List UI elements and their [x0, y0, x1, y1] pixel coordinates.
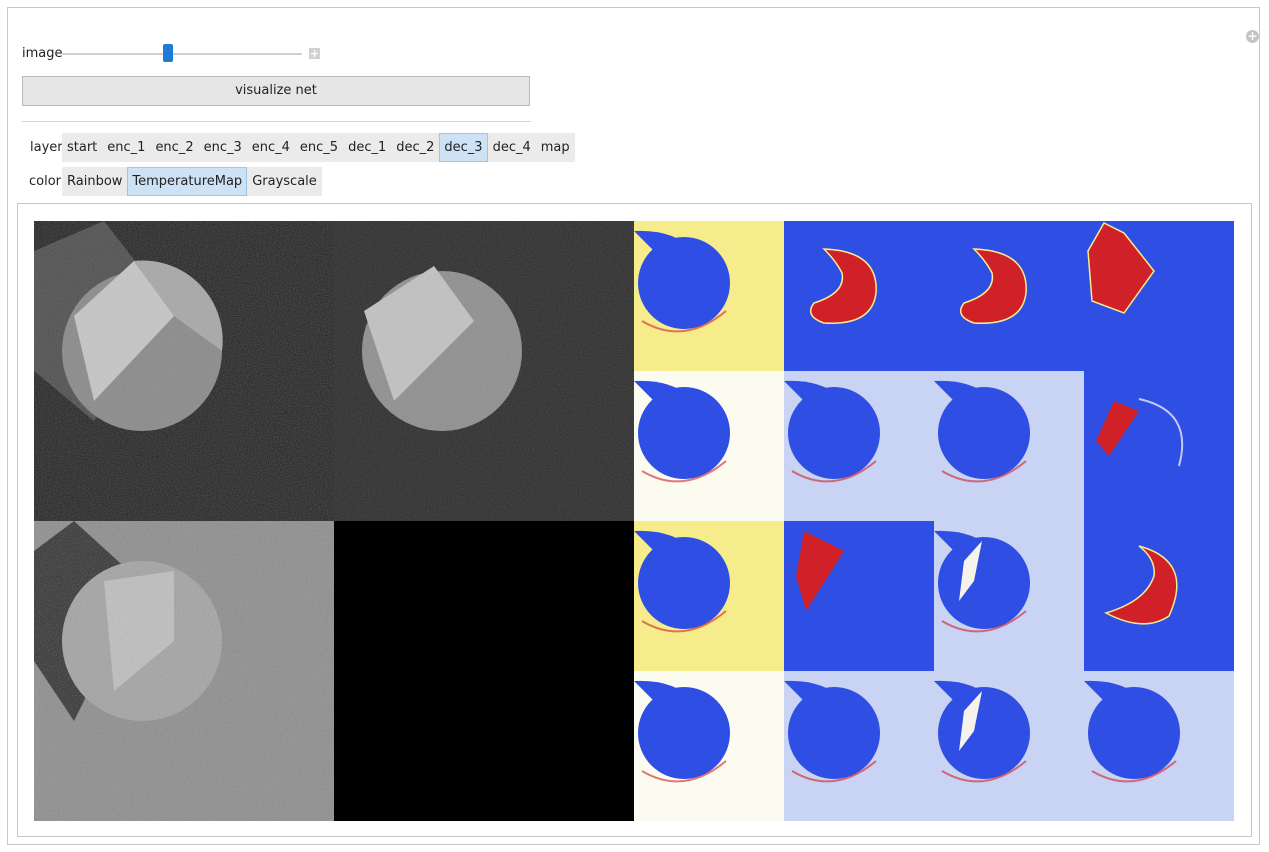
- layer-option-dec-4[interactable]: dec_4: [488, 133, 536, 162]
- layer-option-start[interactable]: start: [62, 133, 102, 162]
- image-label: image: [22, 46, 63, 61]
- feature-map-tile: [1084, 671, 1234, 821]
- noisy-image: [34, 521, 334, 821]
- layer-setter-bar: start enc_1 enc_2 enc_3 enc_4 enc_5 dec_1 dec_2…: [62, 133, 575, 162]
- feature-map-tile: [1084, 371, 1234, 521]
- feature-map-tile: [1084, 221, 1234, 371]
- color-option-temperaturemap[interactable]: TemperatureMap: [127, 167, 248, 196]
- feature-map-tile: [784, 671, 934, 821]
- layer-option-enc-1[interactable]: enc_1: [102, 133, 150, 162]
- layer-option-map[interactable]: map: [536, 133, 575, 162]
- feature-map-tile: [784, 221, 934, 371]
- layer-label: layer: [30, 140, 63, 155]
- feature-map-tile: [934, 221, 1084, 371]
- empty-output: [334, 521, 634, 821]
- feature-map-tile: [634, 371, 784, 521]
- image-slider-thumb[interactable]: [163, 44, 173, 62]
- feature-map-tile: [634, 221, 784, 371]
- divider: [22, 121, 531, 122]
- feature-map-grid: [34, 221, 1234, 821]
- target-image: [334, 221, 634, 521]
- feature-map-tile: [934, 521, 1084, 671]
- image-slider[interactable]: [62, 53, 302, 55]
- visualize-net-button[interactable]: visualize net: [22, 76, 530, 106]
- feature-map-tile: [634, 671, 784, 821]
- plus-square-icon[interactable]: +: [309, 48, 320, 59]
- feature-map-tile: [934, 671, 1084, 821]
- layer-option-enc-4[interactable]: enc_4: [247, 133, 295, 162]
- layer-option-enc-3[interactable]: enc_3: [199, 133, 247, 162]
- feature-map-tile: [784, 521, 934, 671]
- layer-option-dec-3[interactable]: dec_3: [439, 133, 488, 162]
- feature-map-tile: [634, 521, 784, 671]
- color-label: color: [29, 174, 62, 189]
- layer-option-enc-5[interactable]: enc_5: [295, 133, 343, 162]
- layer-option-dec-2[interactable]: dec_2: [391, 133, 439, 162]
- feature-map-tile: [1084, 521, 1234, 671]
- feature-map-tile: [934, 371, 1084, 521]
- layer-option-dec-1[interactable]: dec_1: [343, 133, 391, 162]
- feature-map-tile: [784, 371, 934, 521]
- color-option-rainbow[interactable]: Rainbow: [62, 167, 127, 196]
- color-option-grayscale[interactable]: Grayscale: [247, 167, 322, 196]
- color-setter-bar: Rainbow TemperatureMap Grayscale: [62, 167, 322, 196]
- layer-option-enc-2[interactable]: enc_2: [150, 133, 198, 162]
- input-image: [34, 221, 334, 521]
- plus-circle-icon[interactable]: +: [1246, 30, 1259, 43]
